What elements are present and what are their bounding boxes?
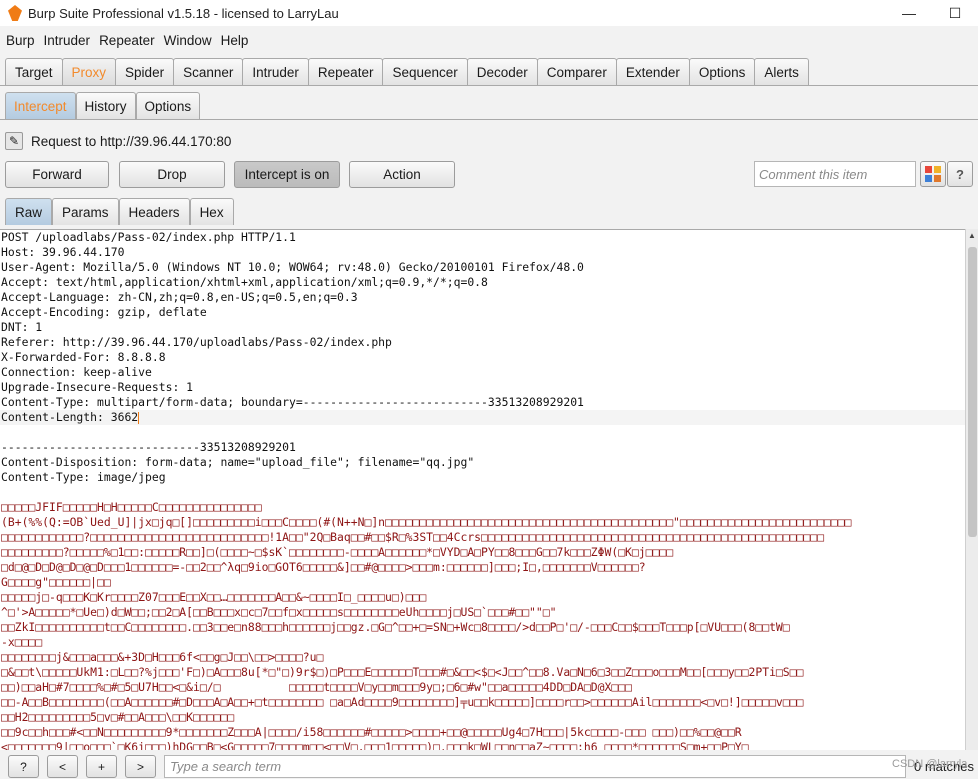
binary-line[interactable]: □□□□□□□□j&□□□a□□□&+3D□H□□□6f<□□g□J□□\□□>…: [0, 650, 965, 665]
tab-target[interactable]: Target: [5, 58, 63, 85]
color-swatch-yellow: [934, 166, 941, 173]
search-bar: ? < + > Type a search term 0 matches: [0, 754, 978, 779]
forward-button[interactable]: Forward: [5, 161, 109, 188]
header-line[interactable]: Accept-Language: zh-CN,zh;q=0.8,en-US;q=…: [0, 290, 965, 305]
message-view-tabs: Raw Params Headers Hex: [5, 198, 234, 225]
menu-intruder[interactable]: Intruder: [41, 33, 94, 48]
tab-alerts[interactable]: Alerts: [754, 58, 809, 85]
header-line[interactable]: Accept: text/html,application/xhtml+xml,…: [0, 275, 965, 290]
binary-line[interactable]: □&□□t\□□□□□UkM1:□L□□?%j□□□'F□)□A□□□8u[*□…: [0, 665, 965, 680]
tab-params[interactable]: Params: [52, 198, 119, 225]
binary-line[interactable]: □□-A□□B□□□□□□□□(□□A□□□□□□#□D□□□A□A□□+□t□…: [0, 695, 965, 710]
minimize-button[interactable]: —: [886, 0, 932, 26]
menu-burp[interactable]: Burp: [3, 33, 38, 48]
color-swatch-blue: [925, 175, 932, 182]
tab-proxy-options[interactable]: Options: [135, 92, 201, 119]
tab-options[interactable]: Options: [688, 58, 756, 85]
tab-history[interactable]: History: [75, 92, 136, 119]
header-line-current[interactable]: Content-Length: 3662: [0, 410, 965, 425]
pencil-icon[interactable]: ✎: [5, 132, 23, 150]
binary-line[interactable]: ^□'>A□□□□□*□Ue□)d□W□□;□□2□A[□□B□□□x□c□7□…: [0, 605, 965, 620]
title-bar: Burp Suite Professional v1.5.18 - licens…: [0, 0, 978, 26]
main-tabs: Target Proxy Spider Scanner Intruder Rep…: [5, 58, 809, 85]
help-button[interactable]: ?: [947, 161, 973, 187]
header-line[interactable]: Accept-Encoding: gzip, deflate: [0, 305, 965, 320]
search-add-button[interactable]: +: [86, 755, 117, 778]
boundary-line[interactable]: -----------------------------33513208929…: [0, 440, 965, 455]
intercept-toggle-button[interactable]: Intercept is on: [234, 161, 340, 188]
menu-bar: Burp Intruder Repeater Window Help: [0, 28, 978, 52]
header-line[interactable]: X-Forwarded-For: 8.8.8.8: [0, 350, 965, 365]
request-target: Request to http://39.96.44.170:80: [31, 133, 232, 149]
header-line[interactable]: Content-Type: image/jpeg: [0, 470, 965, 485]
header-line[interactable]: Content-Disposition: form-data; name="up…: [0, 455, 965, 470]
search-help-button[interactable]: ?: [8, 755, 39, 778]
editor-scrollbar[interactable]: ▲: [965, 229, 978, 750]
color-swatch-orange: [934, 175, 941, 182]
binary-line[interactable]: □□□□□JFIF□□□□□H□H□□□□□C□□□□□□□□□□□□□□□: [0, 500, 965, 515]
blank-line[interactable]: [0, 425, 965, 440]
tab-intruder[interactable]: Intruder: [242, 58, 309, 85]
scrollbar-thumb[interactable]: [968, 247, 977, 537]
intercept-toolbar: Forward Drop Intercept is on Action Comm…: [5, 161, 973, 188]
header-line[interactable]: Content-Type: multipart/form-data; bound…: [0, 395, 965, 410]
header-line[interactable]: DNT: 1: [0, 320, 965, 335]
comment-field[interactable]: Comment this item: [754, 161, 916, 187]
tab-extender[interactable]: Extender: [615, 58, 690, 85]
binary-line[interactable]: □d□@□D□D@□D□@□D□□□1□□□□□□=-□□2□□^λq□9io□…: [0, 560, 965, 575]
window-controls: — ☐: [886, 0, 978, 26]
search-prev-button[interactable]: <: [47, 755, 78, 778]
header-line[interactable]: Host: 39.96.44.170: [0, 245, 965, 260]
tab-decoder[interactable]: Decoder: [466, 58, 538, 85]
menu-repeater[interactable]: Repeater: [96, 33, 158, 48]
burp-logo-icon: [8, 5, 22, 21]
binary-line[interactable]: □□□□□j□-q□□□K□Kr□□□□Z07□□□E□□X□□…□□□□□□□…: [0, 590, 965, 605]
maximize-button[interactable]: ☐: [932, 0, 978, 26]
binary-line[interactable]: □□H2□□□□□□□□□5□v□#□□A□□□\□□K□□□□□□: [0, 710, 965, 725]
search-input[interactable]: Type a search term: [164, 755, 906, 778]
binary-line[interactable]: □□ZkI□□□□□□□□□□t□□C□□□□□□□□.□□3□□e□n88□□…: [0, 620, 965, 635]
header-line[interactable]: Connection: keep-alive: [0, 365, 965, 380]
highlight-color-button[interactable]: [920, 161, 946, 187]
divider: [0, 85, 978, 86]
tab-spider[interactable]: Spider: [115, 58, 175, 85]
proxy-tabs: Intercept History Options: [5, 92, 201, 119]
search-next-button[interactable]: >: [125, 755, 156, 778]
binary-line[interactable]: (B+(%%(Q:=OB`Ued_U]|jx□jq□[]□□□□□□□□□i□□…: [0, 515, 965, 530]
text-caret: [138, 411, 140, 424]
menu-window[interactable]: Window: [161, 33, 215, 48]
content-length-text: Content-Length: 3662: [1, 410, 139, 424]
header-line[interactable]: User-Agent: Mozilla/5.0 (Windows NT 10.0…: [0, 260, 965, 275]
color-swatch-red: [925, 166, 932, 173]
binary-line[interactable]: □□□□□□□□□□□□?□□□□□□□□□□□□□□□□□□□□□□□□□□!…: [0, 530, 965, 545]
tab-hex[interactable]: Hex: [189, 198, 234, 225]
tab-comparer[interactable]: Comparer: [536, 58, 617, 85]
tab-intercept[interactable]: Intercept: [5, 92, 76, 119]
request-line[interactable]: POST /uploadlabs/Pass-02/index.php HTTP/…: [0, 230, 965, 245]
header-line[interactable]: Referer: http://39.96.44.170/uploadlabs/…: [0, 335, 965, 350]
window-title: Burp Suite Professional v1.5.18 - licens…: [28, 5, 339, 21]
scroll-up-icon[interactable]: ▲: [966, 229, 978, 242]
binary-line[interactable]: -x□□□□: [0, 635, 965, 650]
divider: [0, 119, 978, 120]
request-editor[interactable]: POST /uploadlabs/Pass-02/index.php HTTP/…: [0, 229, 965, 750]
blank-line[interactable]: [0, 485, 965, 500]
tab-raw[interactable]: Raw: [5, 198, 53, 225]
action-button[interactable]: Action: [349, 161, 455, 188]
tab-sequencer[interactable]: Sequencer: [382, 58, 468, 85]
tab-proxy[interactable]: Proxy: [61, 58, 117, 85]
drop-button[interactable]: Drop: [119, 161, 225, 188]
tab-headers[interactable]: Headers: [118, 198, 190, 225]
menu-help[interactable]: Help: [218, 33, 252, 48]
binary-line[interactable]: □□)□□aH□#7□□□□%□#□5□U7H□□<□&i□/□ □□□□□t□…: [0, 680, 965, 695]
tab-scanner[interactable]: Scanner: [173, 58, 244, 85]
binary-line[interactable]: G□□□□g"□□□□□□|□□: [0, 575, 965, 590]
binary-line[interactable]: □□9c□□h□□□#<□□N□□□□□□□□□9*□□□□□□□Z□□□A|□…: [0, 725, 965, 740]
binary-line[interactable]: <□□□□□□□9|□□o□□□`□K6i□□□)hDG□□B□<G□□□□□7…: [0, 740, 965, 750]
binary-line[interactable]: □□□□□□□□□?□□□□□%□1□□:□□□□□R□□]□(□□□□~□$s…: [0, 545, 965, 560]
tab-repeater[interactable]: Repeater: [307, 58, 384, 85]
request-info: ✎ Request to http://39.96.44.170:80: [5, 132, 231, 150]
watermark: CSDN @larryla: [892, 758, 968, 770]
header-line[interactable]: Upgrade-Insecure-Requests: 1: [0, 380, 965, 395]
